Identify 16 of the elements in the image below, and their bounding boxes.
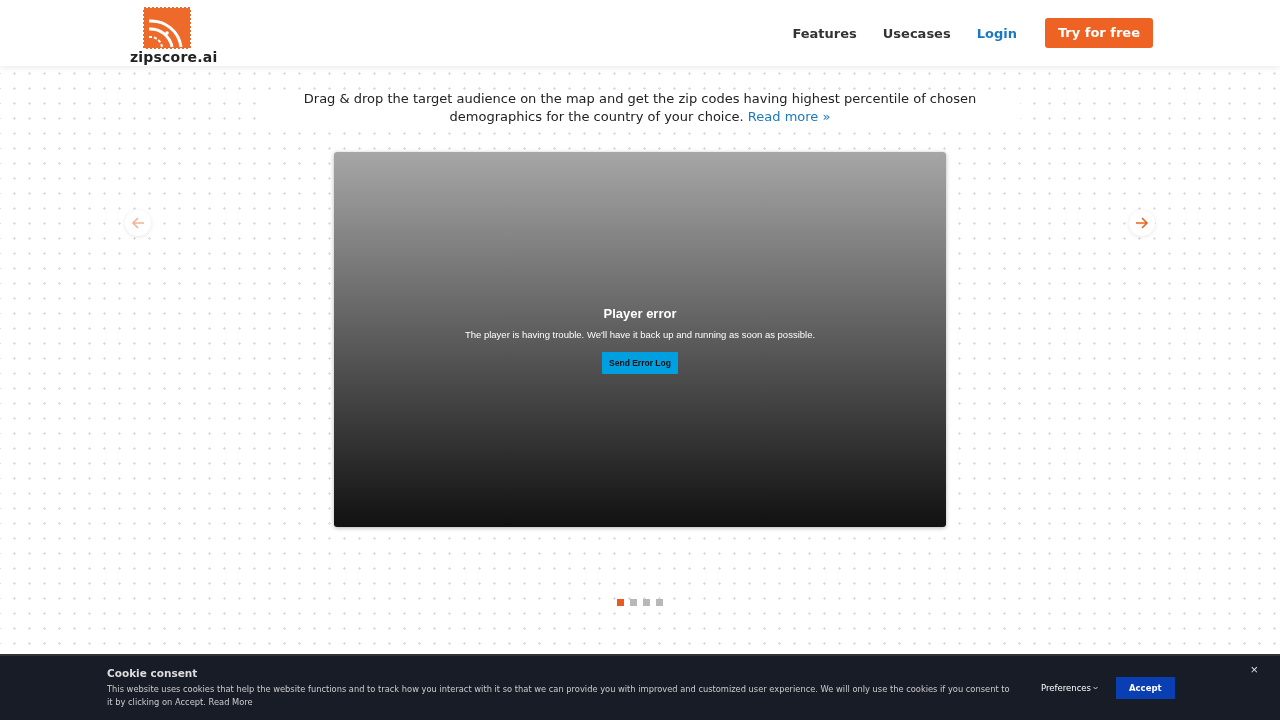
logo-text[interactable]: zipscore.ai (130, 49, 218, 65)
cookie-text: This website uses cookies that help the website functions and to track how you interact with it so that we can provide you with improved and customized user experience. We will only use the cookies if you consent to it by clicking on Accept. Read More (107, 683, 1011, 709)
player-error-message: The player is having trouble. We'll have it back up and running as soon as possible. (464, 328, 816, 340)
accept-button[interactable]: Accept (1116, 677, 1175, 699)
preferences-button[interactable]: Preferences (1041, 683, 1098, 693)
read-more-link[interactable]: Read More (208, 697, 253, 707)
nav-link[interactable]: Login (976, 25, 1017, 41)
player-error-title: Player error (603, 305, 677, 321)
read-more-link[interactable]: Read more » (747, 109, 831, 124)
close-button[interactable]: × (1250, 662, 1258, 677)
logo-icon[interactable] (143, 7, 191, 49)
nav-link[interactable]: Usecases (882, 25, 951, 41)
send-error-log-button[interactable]: Send Error Log (602, 351, 678, 374)
chevron-icon (1093, 686, 1098, 690)
nav-link[interactable]: Features (792, 25, 857, 41)
cookie-title: Cookie consent (107, 667, 199, 679)
